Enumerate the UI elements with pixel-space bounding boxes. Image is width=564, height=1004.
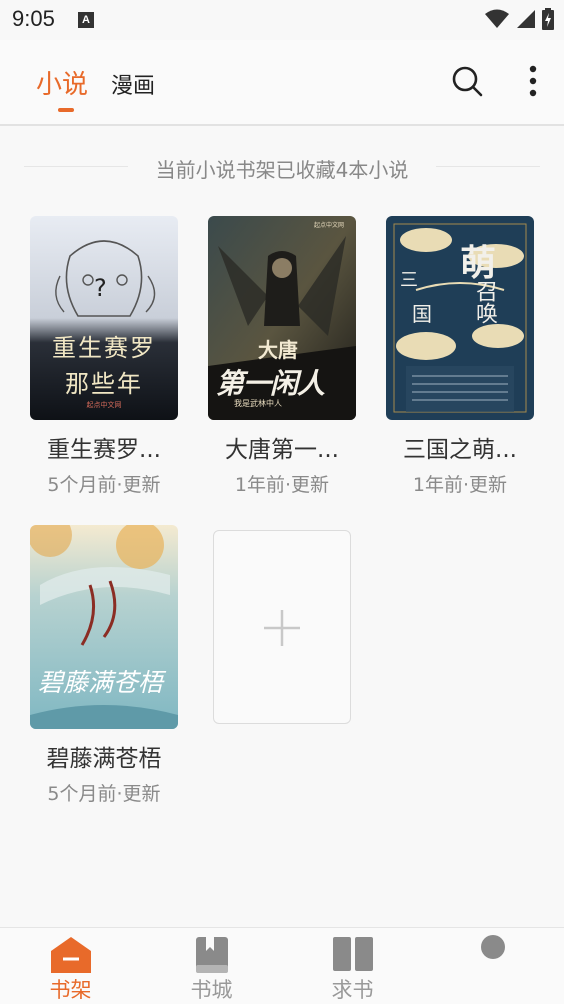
tab-indicator <box>58 108 74 112</box>
nav-profile[interactable] <box>423 928 564 1004</box>
tab-comic[interactable]: 漫画 <box>111 68 155 100</box>
shelf-summary-text: 当前小说书架已收藏4本小说 <box>155 158 409 182</box>
cover-title: 国 <box>412 302 432 326</box>
nav-label: 书架 <box>49 978 92 1002</box>
bookshelf-icon <box>50 937 91 973</box>
cover-title: 第一闲人 <box>216 367 325 400</box>
plus-icon <box>264 610 300 646</box>
cover-title: 三 <box>400 270 418 291</box>
svg-text:?: ? <box>94 274 107 302</box>
battery-icon <box>542 8 554 30</box>
nav-label: 书城 <box>190 978 233 1002</box>
cover-publisher: 起点中文网 <box>314 222 345 229</box>
add-book-button[interactable] <box>213 530 351 724</box>
signal-icon <box>517 10 535 28</box>
book-update-time: 1年前·更新 <box>412 474 508 496</box>
book-title: 三国之萌... <box>403 437 517 463</box>
search-icon <box>452 66 483 97</box>
shelf-summary: 当前小说书架已收藏4本小说 <box>24 150 540 184</box>
cover-title: 召唤 <box>472 280 497 324</box>
book-item[interactable]: 萌 召唤 三 国 三国之萌... 1年前·更新 <box>386 216 534 497</box>
book-cover: 大唐 第一闲人 我是武林中人 起点中文网 <box>208 216 356 420</box>
book-cover: ? 重生赛罗 那些年 起点中文网 <box>30 216 178 420</box>
book-item[interactable]: 大唐 第一闲人 我是武林中人 起点中文网 大唐第一... 1年前·更新 <box>208 216 356 497</box>
status-time: 9:05 <box>12 6 55 31</box>
nav-request-book[interactable]: 求书 <box>282 928 423 1004</box>
cover-title: 萌 <box>460 242 497 284</box>
wifi-icon <box>485 9 509 28</box>
search-button[interactable] <box>450 64 484 98</box>
cover-title: 碧藤满苍梧 <box>38 668 164 697</box>
cover-publisher: 起点中文网 <box>86 401 122 409</box>
nav-bookshelf[interactable]: 书架 <box>0 928 141 1004</box>
nav-label: 求书 <box>331 978 374 1002</box>
more-vertical-icon <box>529 65 537 97</box>
book-update-time: 5个月前·更新 <box>47 474 161 496</box>
divider <box>436 166 540 167</box>
book-icon <box>195 937 228 973</box>
cover-title: 重生赛罗 <box>52 334 156 362</box>
bottom-nav: 书架 书城 求书 <box>0 927 564 1004</box>
top-bar: 小说 漫画 <box>0 40 564 126</box>
book-update-time: 1年前·更新 <box>234 474 330 496</box>
book-item[interactable]: 碧藤满苍梧 碧藤满苍梧 5个月前·更新 <box>30 525 178 806</box>
cover-title: 那些年 <box>65 370 143 398</box>
book-title: 碧藤满苍梧 <box>46 746 162 772</box>
book-title: 大唐第一... <box>225 437 339 463</box>
tab-novel[interactable]: 小说 <box>36 64 88 101</box>
book-title: 重生赛罗... <box>47 437 161 463</box>
status-bar: 9:05 A <box>0 0 564 40</box>
book-item[interactable]: ? 重生赛罗 那些年 起点中文网 重生赛罗... 5个月前·更新 <box>30 216 178 497</box>
nav-bookstore[interactable]: 书城 <box>141 928 282 1004</box>
profile-dot-icon <box>481 935 505 959</box>
cover-title: 大唐 <box>258 338 298 362</box>
notification-icon: A <box>78 12 94 28</box>
book-cover: 碧藤满苍梧 <box>30 525 178 729</box>
book-cover: 萌 召唤 三 国 <box>386 216 534 420</box>
cover-author: 我是武林中人 <box>234 399 282 408</box>
more-button[interactable] <box>520 64 546 98</box>
status-icons <box>484 8 554 30</box>
book-update-time: 5个月前·更新 <box>47 783 161 805</box>
open-book-icon <box>332 937 373 971</box>
